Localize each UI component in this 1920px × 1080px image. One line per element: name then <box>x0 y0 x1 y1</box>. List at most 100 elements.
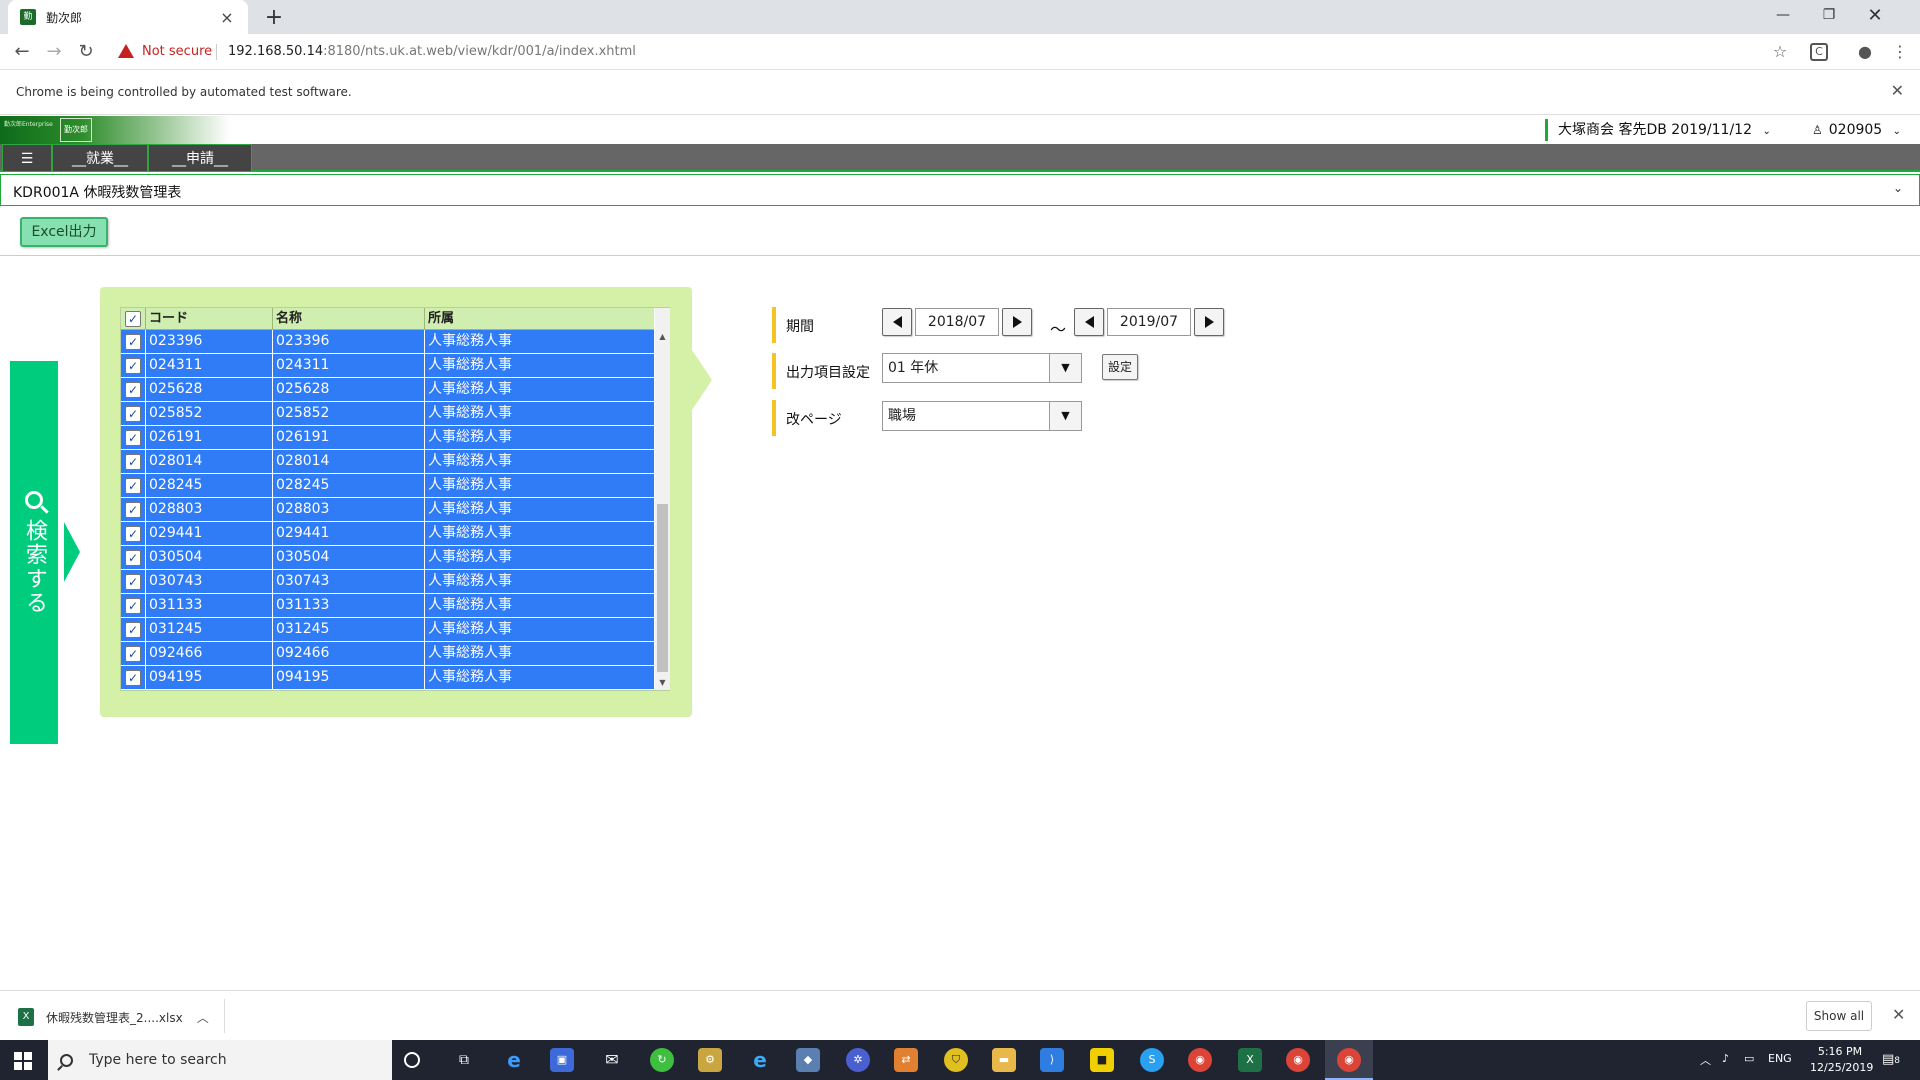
reload-icon[interactable]: ↻ <box>74 40 98 64</box>
app-green-icon[interactable]: ↻ <box>650 1048 674 1072</box>
excel-icon[interactable]: X <box>1238 1048 1262 1072</box>
chrome-active-icon[interactable]: ◉ <box>1337 1048 1361 1072</box>
dropdown-arrow-icon[interactable]: ▼ <box>1049 354 1081 382</box>
mail-icon[interactable]: ✉ <box>600 1048 624 1072</box>
row-checkbox[interactable]: ✓ <box>125 478 141 494</box>
table-row[interactable]: ✓ 026191 026191 人事総務人事 <box>121 426 654 450</box>
row-checkbox[interactable]: ✓ <box>125 646 141 662</box>
menu-dots-icon[interactable]: ⋮ <box>1890 42 1910 62</box>
sticky-notes-icon[interactable]: ■ <box>1090 1048 1114 1072</box>
header-name[interactable]: 名称 <box>273 308 425 330</box>
volume-icon[interactable]: ♪ <box>1722 1052 1729 1065</box>
chrome-icon[interactable]: ◉ <box>1286 1048 1310 1072</box>
skype-icon[interactable]: S <box>1140 1048 1164 1072</box>
table-row[interactable]: ✓ 028245 028245 人事総務人事 <box>121 474 654 498</box>
page-break-select[interactable]: 職場 ▼ <box>882 401 1082 431</box>
output-item-select[interactable]: 01 年休 ▼ <box>882 353 1082 383</box>
scroll-thumb[interactable] <box>657 504 668 672</box>
close-icon[interactable]: × <box>218 8 236 27</box>
row-checkbox[interactable]: ✓ <box>125 406 141 422</box>
forward-arrow-icon[interactable]: → <box>42 40 66 64</box>
store-icon[interactable]: ▣ <box>550 1048 574 1072</box>
minimize-icon[interactable]: — <box>1760 0 1806 30</box>
start-next-button[interactable] <box>1002 308 1032 336</box>
select-all-checkbox[interactable]: ✓ <box>125 311 141 327</box>
settings-button[interactable]: 設定 <box>1102 354 1138 380</box>
hamburger-menu-icon[interactable]: ☰ <box>2 144 52 172</box>
network-icon[interactable]: ▭ <box>1744 1052 1754 1065</box>
table-row[interactable]: ✓ 023396 023396 人事総務人事 <box>121 330 654 354</box>
start-date-input[interactable]: 2018/07 <box>915 308 999 336</box>
table-row[interactable]: ✓ 092466 092466 人事総務人事 <box>121 642 654 666</box>
profile-icon[interactable]: ● <box>1855 42 1875 62</box>
chevron-down-icon[interactable]: ⌄ <box>1893 181 1903 195</box>
app-shield-icon[interactable]: ⛉ <box>944 1048 968 1072</box>
table-row[interactable]: ✓ 024311 024311 人事総務人事 <box>121 354 654 378</box>
cortana-icon[interactable] <box>404 1052 420 1068</box>
row-checkbox[interactable]: ✓ <box>125 622 141 638</box>
edge-icon[interactable]: e <box>502 1048 526 1072</box>
row-checkbox[interactable]: ✓ <box>125 598 141 614</box>
scroll-down-icon[interactable]: ▼ <box>655 676 670 690</box>
user-menu[interactable]: ♙ 020905 ⌄ <box>1812 119 1901 143</box>
window-close-icon[interactable]: ✕ <box>1852 0 1898 30</box>
end-next-button[interactable] <box>1194 308 1224 336</box>
task-view-icon[interactable]: ⧉ <box>452 1048 476 1072</box>
row-checkbox[interactable]: ✓ <box>125 526 141 542</box>
excel-export-button[interactable]: Excel出力 <box>20 217 108 247</box>
end-prev-button[interactable] <box>1074 308 1104 336</box>
extension-icon[interactable]: C <box>1810 43 1828 61</box>
app-logo[interactable]: 勤次郎Enterprise 勤次郎 <box>0 116 230 144</box>
grid-scrollbar[interactable]: ▲ ▼ <box>655 308 670 690</box>
dropdown-arrow-icon[interactable]: ▼ <box>1049 402 1081 430</box>
table-row[interactable]: ✓ 031133 031133 人事総務人事 <box>121 594 654 618</box>
not-secure-label[interactable]: Not secure <box>142 44 212 59</box>
star-icon[interactable]: ☆ <box>1770 42 1790 62</box>
row-checkbox[interactable]: ✓ <box>125 382 141 398</box>
table-row[interactable]: ✓ 030504 030504 人事総務人事 <box>121 546 654 570</box>
start-prev-button[interactable] <box>882 308 912 336</box>
database-icon[interactable]: ◆ <box>796 1048 820 1072</box>
app-tool-icon[interactable]: ⚙ <box>698 1048 722 1072</box>
row-checkbox[interactable]: ✓ <box>125 550 141 566</box>
end-date-input[interactable]: 2019/07 <box>1107 308 1191 336</box>
row-checkbox[interactable]: ✓ <box>125 430 141 446</box>
download-item[interactable]: X 休暇残数管理表_2....xlsx ︿ <box>18 1005 209 1029</box>
restore-icon[interactable]: ❐ <box>1806 0 1852 30</box>
table-row[interactable]: ✓ 029441 029441 人事総務人事 <box>121 522 654 546</box>
vscode-icon[interactable]: ⟩ <box>1040 1048 1064 1072</box>
search-button[interactable]: 検索する <box>10 361 58 744</box>
new-tab-plus-icon[interactable]: + <box>262 5 286 30</box>
url-input[interactable]: 192.168.50.14:8180/nts.uk.at.web/view/kd… <box>228 44 636 59</box>
windows-start-icon[interactable] <box>14 1052 32 1070</box>
company-selector[interactable]: 大塚商会 客先DB 2019/11/12 ⌄ <box>1545 119 1771 141</box>
tray-chevron-up-icon[interactable]: ︿ <box>1700 1052 1711 1068</box>
function-title-bar[interactable]: KDR001A 休暇残数管理表 ⌄ <box>0 174 1920 206</box>
table-row[interactable]: ✓ 025628 025628 人事総務人事 <box>121 378 654 402</box>
browser-tab[interactable]: 勤 勤次郎 × <box>8 0 248 34</box>
table-row[interactable]: ✓ 028014 028014 人事総務人事 <box>121 450 654 474</box>
menu-item-application[interactable]: __申請__ <box>148 144 252 172</box>
app-transfer-icon[interactable]: ⇄ <box>894 1048 918 1072</box>
chrome-icon[interactable]: ◉ <box>1188 1048 1212 1072</box>
table-row[interactable]: ✓ 094195 094195 人事総務人事 <box>121 666 654 690</box>
row-checkbox[interactable]: ✓ <box>125 454 141 470</box>
table-row[interactable]: ✓ 025852 025852 人事総務人事 <box>121 402 654 426</box>
row-checkbox[interactable]: ✓ <box>125 358 141 374</box>
table-row[interactable]: ✓ 028803 028803 人事総務人事 <box>121 498 654 522</box>
close-icon[interactable]: ✕ <box>1891 81 1904 100</box>
row-checkbox[interactable]: ✓ <box>125 574 141 590</box>
app-network-icon[interactable]: ✲ <box>846 1048 870 1072</box>
header-code[interactable]: コード <box>146 308 273 330</box>
menu-item-work[interactable]: __就業__ <box>52 144 148 172</box>
back-arrow-icon[interactable]: ← <box>10 40 34 64</box>
row-checkbox[interactable]: ✓ <box>125 670 141 686</box>
ie-icon[interactable]: e <box>748 1048 772 1072</box>
table-row[interactable]: ✓ 030743 030743 人事総務人事 <box>121 570 654 594</box>
taskbar-search-input[interactable]: Type here to search <box>48 1040 392 1080</box>
clock[interactable]: 5:16 PM 12/25/2019 <box>1810 1044 1873 1076</box>
row-checkbox[interactable]: ✓ <box>125 502 141 518</box>
input-language[interactable]: ENG <box>1768 1052 1792 1065</box>
header-dept[interactable]: 所属 <box>425 308 654 330</box>
file-explorer-icon[interactable]: ▬ <box>992 1048 1016 1072</box>
